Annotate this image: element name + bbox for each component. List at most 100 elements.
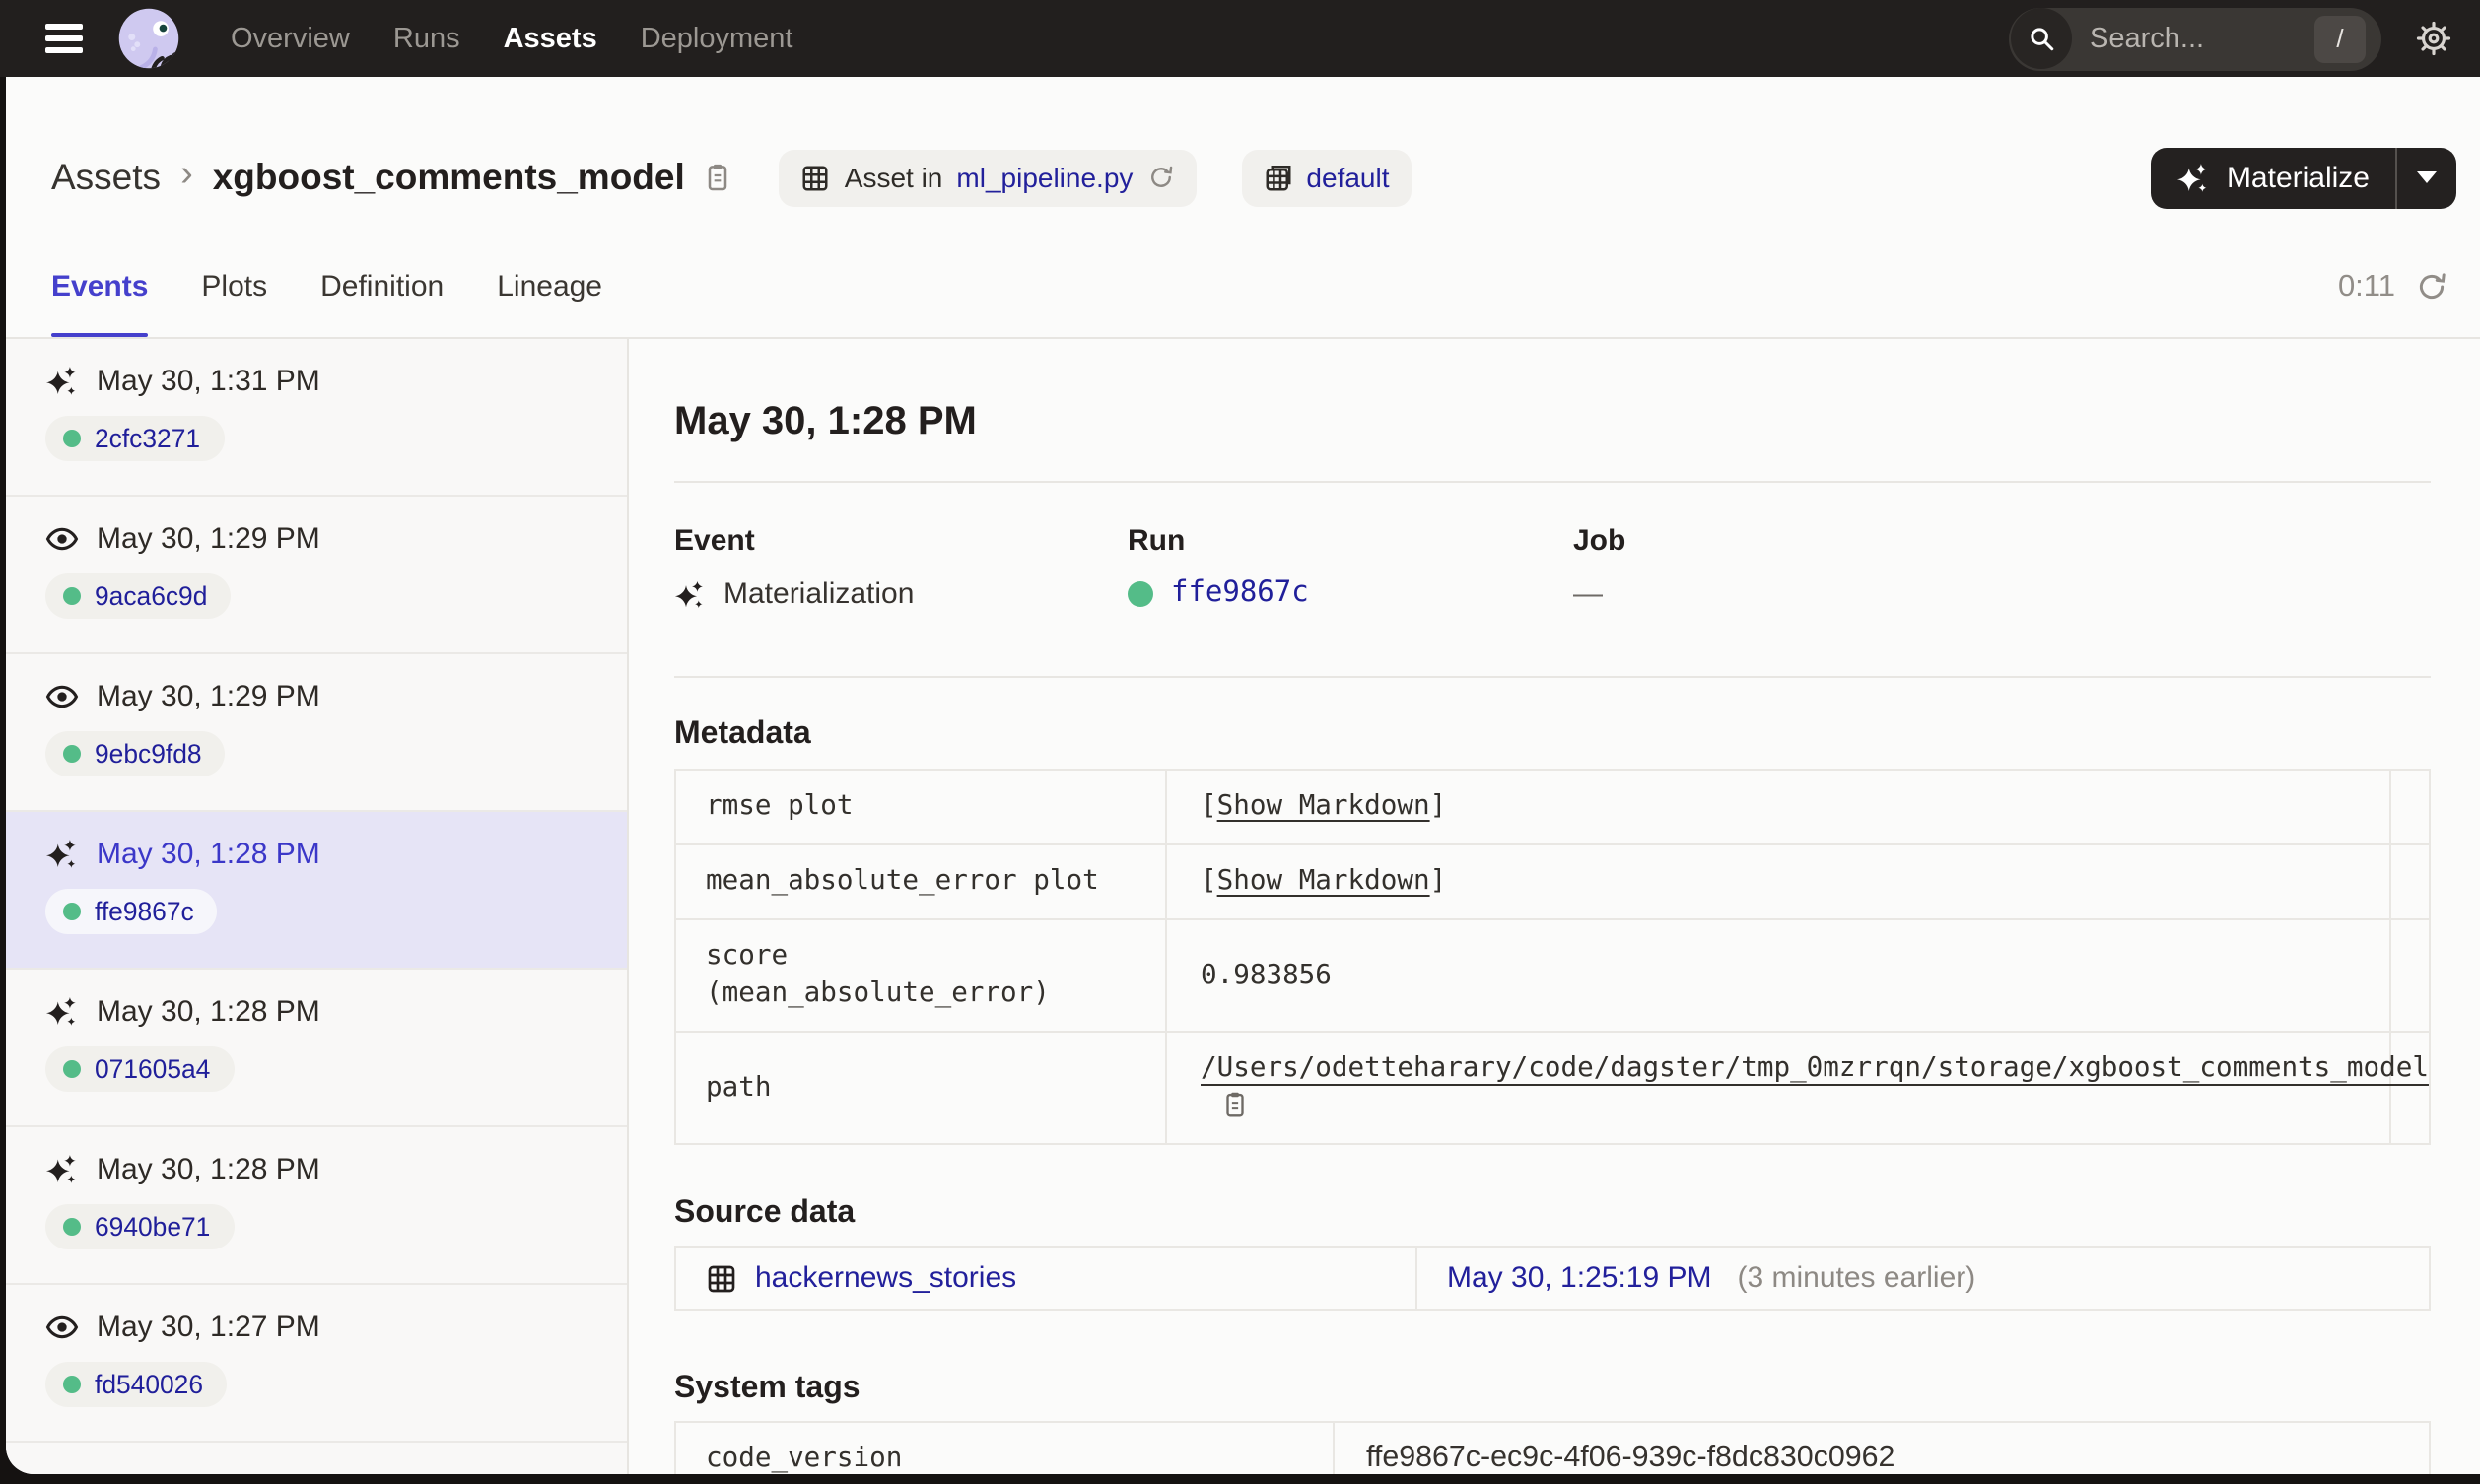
breadcrumb-separator: › (180, 154, 193, 195)
repository-default-link[interactable]: default (1306, 162, 1389, 193)
job-value: — (1573, 577, 1603, 611)
breadcrumb-assets-link[interactable]: Assets (51, 156, 161, 199)
event-time: May 30, 1:28 PM (97, 838, 320, 871)
nav-item-overview[interactable]: Overview (231, 23, 350, 54)
nav-item-assets[interactable]: Assets (504, 23, 597, 54)
event-column-label: Event (674, 524, 755, 558)
event-time: May 30, 1:29 PM (97, 522, 320, 556)
asset-tabs: Events Plots Definition Lineage (51, 236, 602, 337)
run-id-link[interactable]: fd540026 (95, 1370, 203, 1399)
tab-plots[interactable]: Plots (201, 236, 267, 337)
metadata-value: /Users/odetteharary/code/dagster/tmp_0mz… (1165, 1031, 2429, 1145)
event-list-item[interactable]: May 30, 1:29 PM 9aca6c9d (6, 497, 627, 654)
observation-icon (45, 1311, 79, 1344)
source-data-row: hackernews_stories May 30, 1:25:19 PM (3… (674, 1246, 2431, 1311)
metadata-row: score (mean_absolute_error) 0.983856 (674, 918, 2431, 1033)
event-list-item[interactable]: May 30, 1:31 PM 2cfc3271 (6, 339, 627, 497)
event-time: May 30, 1:28 PM (97, 1153, 320, 1186)
event-type-value: Materialization (723, 577, 915, 611)
copy-path-icon[interactable] (1220, 1090, 1250, 1119)
event-time: May 30, 1:31 PM (97, 365, 320, 398)
nav-item-runs[interactable]: Runs (393, 23, 460, 54)
tab-events[interactable]: Events (51, 236, 149, 337)
event-list-item[interactable]: May 30, 1:28 PM ffe9867c (6, 812, 627, 970)
run-status-dot (63, 1376, 81, 1393)
source-asset-link[interactable]: hackernews_stories (755, 1261, 1016, 1295)
run-pill[interactable]: 6940be71 (45, 1204, 235, 1249)
run-id-link[interactable]: 071605a4 (95, 1054, 210, 1084)
run-pill[interactable]: 2cfc3271 (45, 416, 225, 461)
asset-tabs-row: Events Plots Definition Lineage 0:11 (6, 236, 2480, 339)
run-pill[interactable]: ffe9867c (45, 889, 218, 934)
event-detail-panel: May 30, 1:28 PM Event Materialization Ru… (629, 339, 2480, 1474)
hamburger-menu-icon[interactable] (45, 24, 83, 53)
metadata-row: mean_absolute_error plot [Show Markdown] (674, 843, 2431, 920)
dagster-logo[interactable] (116, 6, 181, 71)
metadata-key: mean_absolute_error plot (674, 843, 1167, 920)
metadata-key: path (674, 1031, 1167, 1145)
system-tags-table: code_version ffe9867c-ec9c-4f06-939c-f8dc… (674, 1421, 2431, 1474)
metadata-value: 0.983856 (1165, 918, 2391, 1033)
run-status-dot (63, 1218, 81, 1236)
run-id-link[interactable]: 9ebc9fd8 (95, 739, 202, 769)
run-id-link[interactable]: 6940be71 (95, 1212, 210, 1242)
refresh-icon[interactable] (2415, 270, 2448, 304)
repository-badge: default (1241, 149, 1412, 206)
materialize-dropdown-button[interactable] (2395, 147, 2456, 208)
metadata-spacer-cell (2389, 769, 2431, 845)
show-markdown-link[interactable]: Show Markdown (1217, 790, 1430, 822)
run-pill[interactable]: 071605a4 (45, 1046, 235, 1092)
show-markdown-link[interactable]: Show Markdown (1217, 865, 1430, 897)
refresh-timer: 0:11 (2337, 269, 2395, 303)
tab-definition[interactable]: Definition (320, 236, 444, 337)
run-column-label: Run (1128, 524, 1186, 558)
materialization-icon (45, 365, 79, 398)
copy-asset-name-icon[interactable] (703, 162, 734, 193)
system-tag-key: code_version (674, 1421, 1335, 1474)
nav-item-deployment[interactable]: Deployment (641, 23, 793, 54)
event-list: May 30, 1:31 PM 2cfc3271 May 30, 1:29 PM 9a… (6, 339, 629, 1474)
run-id-link[interactable]: 9aca6c9d (95, 581, 207, 611)
run-pill[interactable]: fd540026 (45, 1362, 228, 1407)
materialize-button[interactable]: Materialize (2152, 147, 2395, 208)
search-input[interactable] (2086, 21, 2314, 56)
repository-icon (1263, 163, 1292, 192)
metadata-value: [Show Markdown] (1165, 769, 2391, 845)
settings-gear-icon[interactable] (2415, 20, 2452, 57)
search-shortcut-key: / (2314, 15, 2366, 62)
search-icon (2011, 8, 2072, 69)
metadata-spacer-cell (2389, 918, 2431, 1033)
materialization-icon (45, 995, 79, 1029)
event-detail-title: May 30, 1:28 PM (674, 400, 977, 443)
run-id-link[interactable]: ffe9867c (1171, 577, 1309, 609)
run-id-link[interactable]: ffe9867c (95, 897, 194, 926)
observation-icon (45, 680, 79, 713)
code-location-icon (801, 163, 831, 192)
source-timestamp-link[interactable]: May 30, 1:25:19 PM (1447, 1261, 1712, 1295)
metadata-row: rmse plot [Show Markdown] (674, 769, 2431, 845)
metadata-key: score (mean_absolute_error) (674, 918, 1167, 1033)
pipeline-file-link[interactable]: ml_pipeline.py (956, 162, 1133, 193)
run-status-dot (63, 903, 81, 920)
run-pill[interactable]: 9aca6c9d (45, 573, 232, 619)
sparkle-icon (2177, 161, 2211, 194)
event-list-item[interactable]: May 30, 1:29 PM 9ebc9fd8 (6, 654, 627, 812)
asset-page: Assets › xgboost_comments_model Asset in… (6, 77, 2480, 1474)
reload-location-icon[interactable] (1146, 164, 1174, 191)
materialize-label: Materialize (2226, 161, 2370, 194)
event-list-item[interactable]: May 30, 1:28 PM 071605a4 (6, 970, 627, 1127)
tab-lineage[interactable]: Lineage (497, 236, 602, 337)
run-status-dot (1128, 580, 1153, 606)
asset-table-icon (706, 1262, 737, 1294)
source-data-table: hackernews_stories May 30, 1:25:19 PM (3… (674, 1246, 2431, 1311)
path-link[interactable]: /Users/odetteharary/code/dagster/tmp_0mz… (1201, 1052, 2429, 1084)
event-time: May 30, 1:28 PM (97, 995, 320, 1029)
event-list-item[interactable]: May 30, 1:28 PM 6940be71 (6, 1127, 627, 1285)
observation-icon (45, 522, 79, 556)
run-pill[interactable]: 9ebc9fd8 (45, 731, 226, 776)
event-list-item[interactable]: May 30, 1:27 PM fd540026 (6, 1285, 627, 1443)
run-id-link[interactable]: 2cfc3271 (95, 424, 200, 453)
global-search[interactable]: / (2009, 7, 2381, 70)
system-tag-value: ffe9867c-ec9c-4f06-939c-f8dc830c0962 (1333, 1421, 2431, 1474)
system-tags-heading: System tags (674, 1372, 861, 1405)
